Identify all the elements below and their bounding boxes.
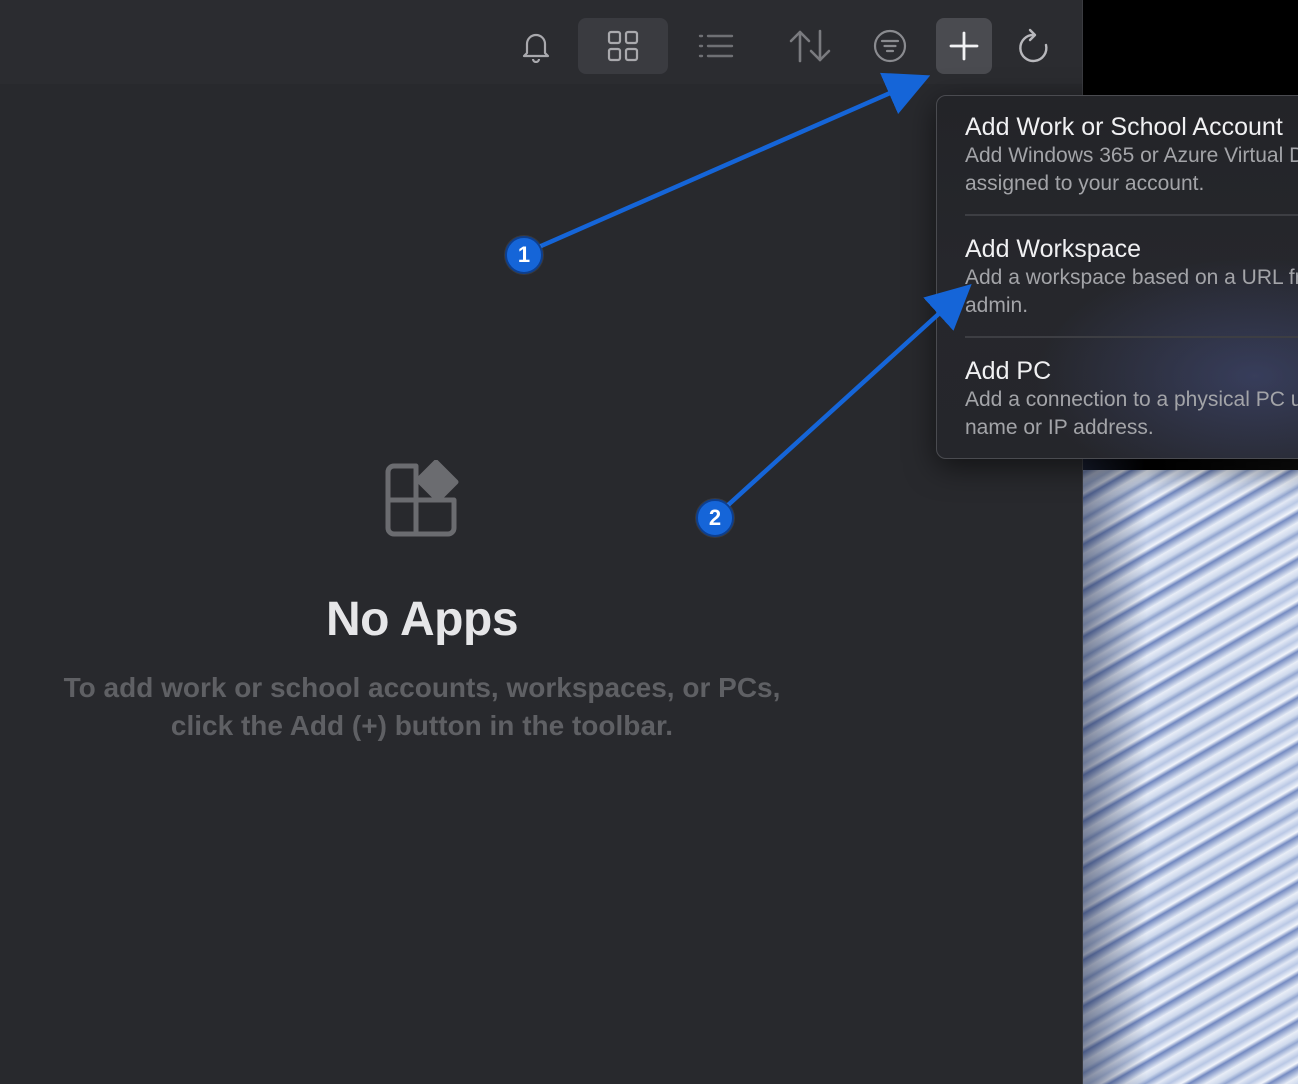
menu-separator [965,214,1298,216]
filter-icon [873,29,907,63]
refresh-button[interactable] [1006,18,1062,74]
annotation-badge-2: 2 [696,499,734,537]
menu-item-add-pc[interactable]: Add PC Add a connection to a physical PC… [965,356,1298,442]
grid-icon [607,30,639,62]
refresh-icon [1019,28,1048,63]
notifications-button[interactable] [508,18,564,74]
screen: No Apps To add work or school accounts, … [0,0,1298,1084]
sort-button[interactable] [780,18,840,74]
menu-item-description: Add a workspace based on a URL from your [965,266,1298,289]
bell-icon [522,33,550,63]
menu-item-description: Add a connection to a physical PC using … [965,388,1298,411]
toolbar [0,0,1082,84]
menu-item-description: name or IP address. [965,416,1154,439]
apps-icon [382,459,462,540]
menu-separator [965,336,1298,338]
plus-icon [949,31,979,61]
wallpaper-shade [1082,440,1298,1084]
menu-item-add-workspace[interactable]: Add Workspace Add a workspace based on a… [965,234,1298,320]
menu-item-add-work-or-school-account[interactable]: Add Work or School Account Add Windows 3… [965,112,1298,198]
list-icon [698,34,734,58]
sort-arrows-icon [789,29,831,63]
empty-state-description: To add work or school accounts, workspac… [0,669,844,745]
app-window: No Apps To add work or school accounts, … [0,0,1083,1084]
menu-item-title: Add Workspace [965,235,1142,263]
filter-button[interactable] [862,18,918,74]
add-button[interactable] [936,18,992,74]
empty-state-description-line-2: click the Add (+) button in the toolbar. [170,710,674,741]
menu-item-description: Add Windows 365 or Azure Virtual Desktop [965,144,1298,167]
tile-view-button[interactable] [578,18,668,74]
add-menu-popover: Add Work or School Account Add Windows 3… [936,95,1298,459]
menu-item-title: Add PC [965,357,1052,385]
menu-item-description: assigned to your account. [965,172,1205,195]
empty-state-description-line-1: To add work or school accounts, workspac… [63,672,781,703]
menu-item-description: admin. [965,294,1029,317]
annotation-badge-1: 1 [505,236,543,274]
empty-state-title: No Apps [325,593,519,646]
menu-item-title: Add Work or School Account [965,113,1283,141]
list-view-button[interactable] [686,18,746,74]
